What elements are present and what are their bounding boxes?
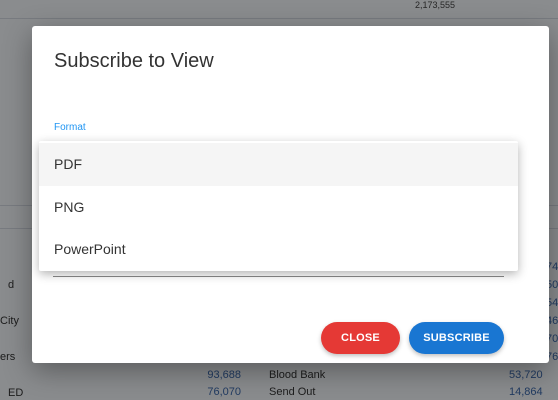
format-select-underline[interactable]: [53, 276, 504, 277]
subscribe-button[interactable]: SUBSCRIBE: [409, 322, 504, 354]
format-option-pdf[interactable]: PDF: [39, 143, 518, 186]
format-label: Format: [54, 122, 86, 133]
format-option-png[interactable]: PNG: [39, 186, 518, 229]
page: 2,173,555 d City ers ED 93,688 76,070 Bl…: [0, 0, 558, 400]
dialog-title: Subscribe to View: [54, 50, 214, 72]
format-option-powerpoint[interactable]: PowerPoint: [39, 228, 518, 271]
format-dropdown-menu: PDF PNG PowerPoint: [39, 141, 518, 271]
subscribe-dialog: Subscribe to View Format PDF PNG PowerPo…: [32, 26, 549, 363]
close-button[interactable]: CLOSE: [321, 322, 400, 354]
